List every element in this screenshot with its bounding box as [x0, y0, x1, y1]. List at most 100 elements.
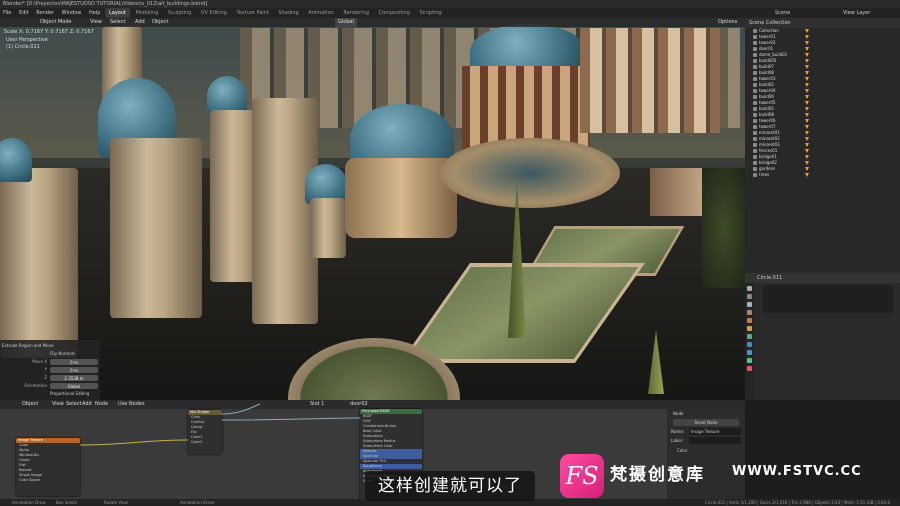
node-name-field[interactable]: Image Texture [689, 428, 741, 435]
viewport-options[interactable]: Options [718, 18, 737, 27]
workspace-tab-shading[interactable]: Shading [274, 8, 302, 18]
tree-cluster [702, 168, 745, 288]
transform-orientation[interactable]: Global [335, 18, 357, 27]
outliner-item-label: tower02 [759, 40, 776, 45]
output-tab-icon[interactable] [747, 302, 752, 307]
watermark-url: WWW.FSTVC.CC [732, 464, 862, 479]
workspace-tab-layout[interactable]: Layout [104, 8, 130, 18]
collection-icon [753, 113, 757, 117]
scene-selector[interactable]: Scene [772, 8, 793, 18]
viewport-mode-selector[interactable]: Object Mode [40, 18, 72, 27]
mesh-data-icon [805, 143, 809, 147]
mesh-data-icon [805, 125, 809, 129]
view-layer-tab-icon[interactable] [747, 310, 752, 315]
workspace-tab-animation[interactable]: Animation [304, 8, 338, 18]
status-line: Scale X: 0.7167 Y: 0.7167 Z: 0.7167 [4, 29, 94, 35]
mesh-data-icon [805, 89, 809, 93]
window-titlebar: Blender* [D:\Proyectos\MAJESTUOSO TUTORI… [0, 0, 900, 8]
collection-icon [753, 95, 757, 99]
mesh-data-icon [805, 173, 809, 177]
viewport-menu-view[interactable]: View [90, 18, 102, 27]
outliner-item-label: build005 [759, 58, 777, 63]
menu-window[interactable]: Window [59, 8, 85, 18]
orientation-dropdown[interactable]: Global [50, 383, 98, 389]
operator-redo-panel[interactable]: Extrude Region and Move Flip Normals Mov… [0, 340, 100, 400]
workspace-tab-rendering[interactable]: Rendering [339, 8, 373, 18]
outliner-item-label: Collection [759, 28, 779, 33]
proportional-editing-checkbox[interactable]: Proportional Editing [50, 390, 89, 398]
flip-normals-checkbox[interactable]: Flip Normals [50, 350, 75, 358]
outliner-item-label: tower03 [759, 76, 776, 81]
object-tab-icon[interactable] [747, 334, 752, 339]
temple-base [440, 138, 620, 208]
menu-file[interactable]: File [0, 8, 14, 18]
status-scene-stats: Circle.011 | Verts 5/1,206 | Faces 2/1,0… [705, 500, 891, 505]
watermark: FS 梵摄创意库 WWW.FSTVC.CC [560, 452, 862, 500]
3d-viewport[interactable]: Object Mode View Select Add Object Globa… [0, 18, 745, 400]
collection-icon [753, 167, 757, 171]
world-tab-icon[interactable] [747, 326, 752, 331]
viewport-menu-select[interactable]: Select [110, 18, 125, 27]
modifier-tab-icon[interactable] [747, 342, 752, 347]
viewport-header: Object Mode View Select Add Object Globa… [0, 18, 745, 27]
outliner-item-label: build06 [759, 94, 774, 99]
material-tab-icon[interactable] [747, 366, 752, 371]
render-tab-icon[interactable] [747, 294, 752, 299]
mesh-data-icon [805, 113, 809, 117]
node-label-label: Label: [671, 438, 684, 443]
node-label-field[interactable] [689, 437, 741, 444]
particles-tab-icon[interactable] [747, 350, 752, 355]
operator-title: Extrude Region and Move [2, 343, 54, 348]
workspace-tab-scripting[interactable]: Scripting [415, 8, 445, 18]
status-annotation-erase: Annotation Erase [180, 500, 215, 505]
properties-editor[interactable]: Circle.011 [745, 273, 900, 400]
move-z-field[interactable]: 2.3538 m [50, 375, 98, 381]
mesh-data-icon [805, 83, 809, 87]
outliner-item[interactable]: trees [745, 172, 900, 178]
physics-tab-icon[interactable] [747, 358, 752, 363]
workspace-tab-modeling[interactable]: Modeling [132, 8, 163, 18]
collection-icon [753, 53, 757, 57]
reset-node-button[interactable]: Reset Node [673, 419, 739, 426]
properties-tabs [745, 283, 754, 400]
mesh-data-icon [805, 53, 809, 57]
view-perspective-label: User Perspective [6, 37, 48, 43]
outliner[interactable]: Scene Collection Collection tower01 tower0… [745, 18, 900, 273]
workspace-tab-compositing[interactable]: Compositing [375, 8, 414, 18]
move-y-field[interactable]: 0 m [50, 367, 98, 373]
building-right [580, 28, 720, 133]
menu-render[interactable]: Render [33, 8, 57, 18]
status-left: Annotation Draw [12, 500, 46, 505]
outliner-item-label: tower01 [759, 34, 776, 39]
mesh-data-icon [805, 95, 809, 99]
outliner-item-label: door01 [759, 46, 774, 51]
mesh-data-icon [805, 155, 809, 159]
workspace-tab-uv-editing[interactable]: UV Editing [197, 8, 231, 18]
video-subtitle: 这样创建就可以了 [365, 471, 535, 501]
watermark-logo: FS [560, 454, 604, 498]
outliner-item-label: bridge01 [759, 154, 777, 159]
view-layer-selector[interactable]: View Layer [840, 8, 873, 18]
mesh-data-icon [805, 41, 809, 45]
viewport-menu-add[interactable]: Add [135, 18, 145, 27]
outliner-item-label: build08 [759, 70, 774, 75]
outliner-item-label: build08 [759, 112, 774, 117]
menu-help[interactable]: Help [86, 8, 103, 18]
collection-icon [753, 161, 757, 165]
viewport-menu-object[interactable]: Object [152, 18, 168, 27]
collection-icon [753, 119, 757, 123]
mesh-data-icon [805, 35, 809, 39]
tool-tab-icon[interactable] [747, 286, 752, 291]
collection-icon [753, 59, 757, 63]
status-rotate-view: Rotate View [104, 500, 128, 505]
collection-icon [753, 65, 757, 69]
top-menubar: File Edit Render Window Help Layout Mode… [0, 8, 900, 18]
workspace-tab-sculpting[interactable]: Sculpting [164, 8, 195, 18]
menu-edit[interactable]: Edit [16, 8, 32, 18]
workspace-tab-texture-paint[interactable]: Texture Paint [233, 8, 273, 18]
mesh-data-icon [805, 71, 809, 75]
collection-icon [753, 137, 757, 141]
properties-field-area[interactable] [763, 285, 893, 313]
scene-tab-icon[interactable] [747, 318, 752, 323]
move-x-field[interactable]: 0 m [50, 359, 98, 365]
